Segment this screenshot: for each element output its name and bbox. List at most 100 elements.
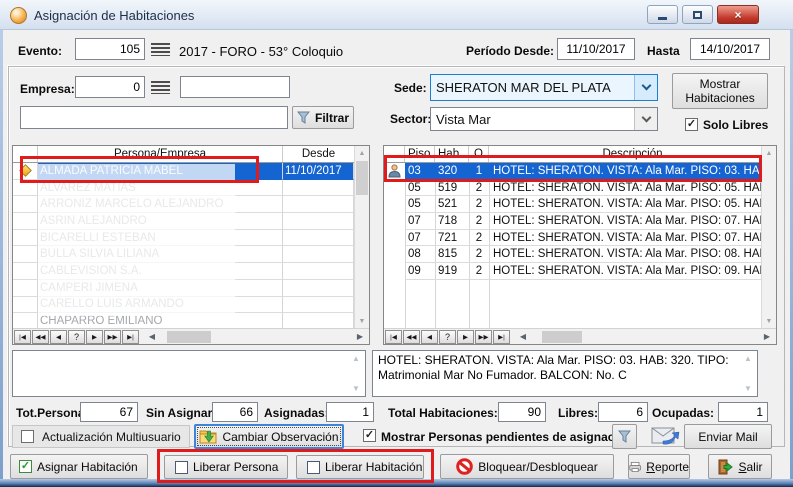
- room-piso-cell[interactable]: 08: [405, 246, 435, 263]
- enviar-mail-button[interactable]: Enviar Mail: [684, 424, 772, 449]
- cambiar-observacion-button[interactable]: Cambiar Observación: [194, 424, 344, 449]
- indicator-column-header[interactable]: [13, 146, 38, 162]
- person-desde-cell[interactable]: [283, 280, 354, 297]
- nav-prev-button[interactable]: ◀: [421, 330, 438, 344]
- person-row[interactable]: ALVAREZ MATIAS: [13, 180, 354, 197]
- liberar-persona-button[interactable]: Liberar Persona: [164, 455, 288, 479]
- room-row[interactable]: 055212HOTEL: SHERATON. VISTA: Ala Mar. P…: [384, 196, 761, 213]
- scroll-right-icon[interactable]: ▶: [760, 330, 774, 344]
- hab-column-header[interactable]: Hab.: [435, 146, 469, 162]
- room-row[interactable]: 077212HOTEL: SHERATON. VISTA: Ala Mar. P…: [384, 230, 761, 247]
- nav-first-button[interactable]: |◀: [14, 330, 31, 344]
- person-name-cell[interactable]: CAMPERI JIMENA: [38, 280, 283, 297]
- empresa-lookup-icon[interactable]: [151, 81, 170, 94]
- nav-last-button[interactable]: ▶|: [122, 330, 139, 344]
- person-name-cell[interactable]: ALVAREZ MATIAS: [38, 180, 283, 197]
- room-piso-cell[interactable]: 07: [405, 230, 435, 247]
- room-hab-cell[interactable]: 721: [435, 230, 469, 247]
- nav-next-button[interactable]: ▶: [86, 330, 103, 344]
- room-desc-cell[interactable]: HOTEL: SHERATON. VISTA: Ala Mar. PISO: 0…: [489, 196, 761, 213]
- filtrar-button[interactable]: Filtrar: [292, 106, 354, 129]
- desde-column-header[interactable]: Desde: [283, 146, 354, 162]
- person-row[interactable]: CHAPARRO EMILIANO: [13, 313, 354, 328]
- room-hab-cell[interactable]: 519: [435, 180, 469, 197]
- scroll-left-icon[interactable]: ◀: [516, 330, 530, 344]
- person-desde-cell[interactable]: [283, 180, 354, 197]
- room-o-cell[interactable]: 2: [469, 213, 489, 230]
- person-row[interactable]: CARELLO LUIS ARMANDO: [13, 297, 354, 314]
- scroll-thumb[interactable]: [542, 331, 582, 343]
- evento-input[interactable]: [75, 38, 145, 60]
- room-o-cell[interactable]: 2: [469, 246, 489, 263]
- scroll-down-icon[interactable]: ▼: [350, 384, 362, 393]
- scroll-down-icon[interactable]: ▼: [355, 314, 369, 328]
- persona-column-header[interactable]: Persona/Empresa: [38, 146, 283, 162]
- person-name-cell[interactable]: CABLEVISION S.A.: [38, 263, 283, 280]
- room-desc-cell[interactable]: HOTEL: SHERATON. VISTA: Ala Mar. PISO: 0…: [489, 263, 761, 280]
- room-hab-cell[interactable]: 815: [435, 246, 469, 263]
- scroll-down-icon[interactable]: ▼: [762, 314, 776, 328]
- sector-combobox[interactable]: Vista Mar: [430, 107, 658, 131]
- scroll-thumb[interactable]: [167, 331, 211, 343]
- nav-prev-page-button[interactable]: ◀◀: [403, 330, 420, 344]
- person-row[interactable]: ALMADA PATRICIA MABEL 11/10/2017: [13, 163, 354, 180]
- observacion-textarea[interactable]: [12, 350, 366, 397]
- person-name-cell[interactable]: ARRONIZ MARCELO ALEJANDRO: [38, 196, 283, 213]
- minimize-button[interactable]: [647, 5, 678, 24]
- room-o-cell[interactable]: 2: [469, 263, 489, 280]
- person-name-cell[interactable]: ALMADA PATRICIA MABEL: [38, 163, 283, 180]
- periodo-desde-input[interactable]: [557, 38, 635, 60]
- person-desde-cell[interactable]: [283, 230, 354, 247]
- evento-lookup-icon[interactable]: [151, 43, 170, 56]
- rooms-horizontal-scrollbar[interactable]: ◀ ▶: [514, 330, 776, 344]
- person-row[interactable]: CABLEVISION S.A.: [13, 263, 354, 280]
- person-desde-cell[interactable]: [283, 263, 354, 280]
- person-name-cell[interactable]: BULLA SILVIA LILIANA: [38, 246, 283, 263]
- search-input[interactable]: [20, 106, 288, 129]
- asignadas-field[interactable]: [326, 402, 374, 422]
- person-name-cell[interactable]: ASRIN ALEJANDRO: [38, 213, 283, 230]
- maximize-button[interactable]: [682, 5, 713, 24]
- room-piso-cell[interactable]: 09: [405, 263, 435, 280]
- ocupadas-field[interactable]: [718, 402, 768, 422]
- mostrar-pendientes-checkbox[interactable]: ✓: [363, 429, 376, 442]
- room-row[interactable]: 099192HOTEL: SHERATON. VISTA: Ala Mar. P…: [384, 263, 761, 280]
- nav-first-button[interactable]: |◀: [385, 330, 402, 344]
- room-o-cell[interactable]: 2: [469, 230, 489, 247]
- scroll-left-icon[interactable]: ◀: [145, 330, 159, 344]
- room-desc-cell[interactable]: HOTEL: SHERATON. VISTA: Ala Mar. PISO: 0…: [489, 213, 761, 230]
- scroll-up-icon[interactable]: ▲: [742, 354, 754, 363]
- scroll-up-icon[interactable]: ▲: [350, 354, 362, 363]
- scroll-right-icon[interactable]: ▶: [353, 330, 367, 344]
- room-piso-cell[interactable]: 05: [405, 196, 435, 213]
- person-desde-cell[interactable]: [283, 213, 354, 230]
- person-row[interactable]: BICARELLI ESTEBAN: [13, 230, 354, 247]
- o-column-header[interactable]: O: [469, 146, 489, 162]
- piso-column-header[interactable]: Piso: [405, 146, 435, 162]
- room-row[interactable]: 03 320 1 HOTEL: SHERATON. VISTA: Ala Mar…: [384, 163, 761, 180]
- room-hab-cell[interactable]: 919: [435, 263, 469, 280]
- actualizacion-multiusuario-checkbox[interactable]: [21, 430, 34, 443]
- salir-button[interactable]: Salir: [708, 454, 772, 479]
- empresa-name-input[interactable]: [180, 76, 290, 98]
- room-piso-cell[interactable]: 07: [405, 213, 435, 230]
- liberar-habitacion-button[interactable]: Liberar Habitación: [296, 455, 424, 479]
- person-desde-cell[interactable]: [283, 196, 354, 213]
- nav-search-button[interactable]: ?: [439, 330, 456, 344]
- nav-next-page-button[interactable]: ▶▶: [475, 330, 492, 344]
- person-desde-cell[interactable]: [283, 246, 354, 263]
- room-row[interactable]: 077182HOTEL: SHERATON. VISTA: Ala Mar. P…: [384, 213, 761, 230]
- sede-combobox[interactable]: SHERATON MAR DEL PLATA: [430, 74, 658, 101]
- libres-field[interactable]: [598, 402, 648, 422]
- sector-dropdown-arrow[interactable]: [634, 108, 657, 130]
- room-detail-textarea[interactable]: HOTEL: SHERATON. VISTA: Ala Mar. PISO: 0…: [372, 350, 758, 397]
- room-o-cell[interactable]: 2: [469, 180, 489, 197]
- rooms-vertical-scrollbar[interactable]: ▲ ▼: [761, 146, 776, 328]
- room-desc-cell[interactable]: HOTEL: SHERATON. VISTA: Ala Mar. PISO: 0…: [489, 246, 761, 263]
- nav-search-button[interactable]: ?: [68, 330, 85, 344]
- person-desde-cell[interactable]: [283, 297, 354, 314]
- person-row[interactable]: ASRIN ALEJANDRO: [13, 213, 354, 230]
- indicator-column-header[interactable]: [384, 146, 405, 162]
- scroll-up-icon[interactable]: ▲: [762, 146, 776, 160]
- room-row[interactable]: 055192HOTEL: SHERATON. VISTA: Ala Mar. P…: [384, 180, 761, 197]
